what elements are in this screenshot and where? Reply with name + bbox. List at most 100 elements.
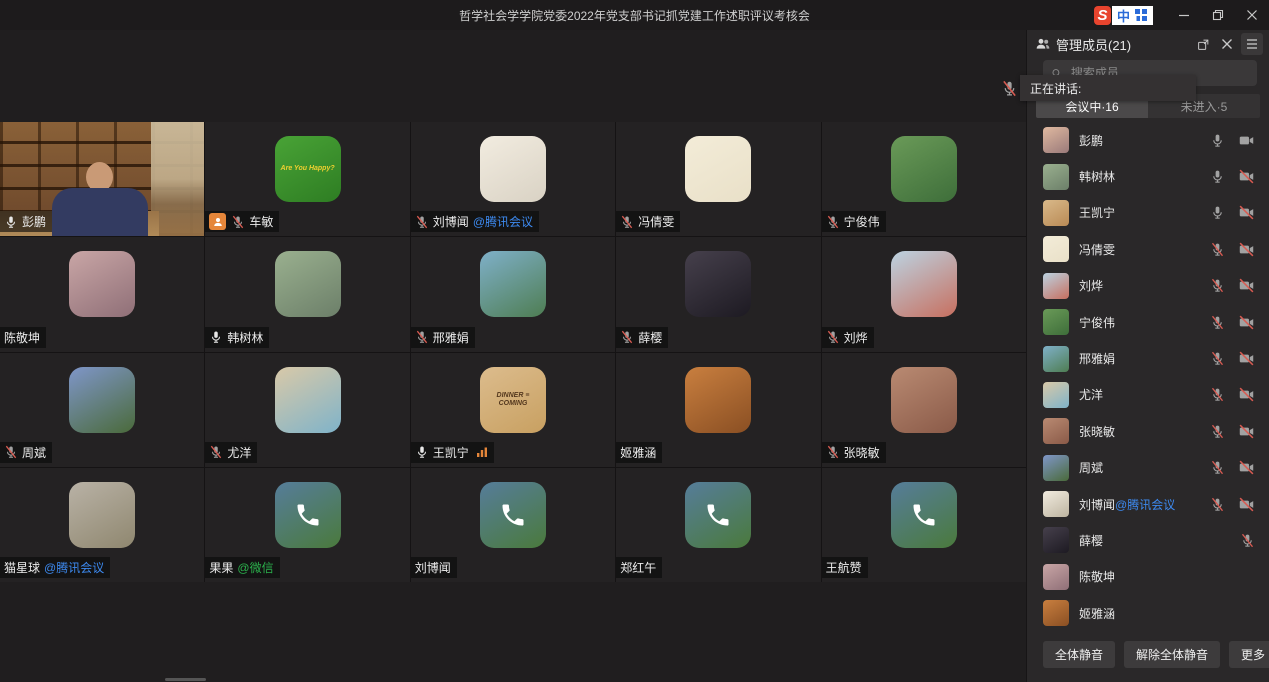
mic-muted-icon[interactable] bbox=[1210, 242, 1225, 257]
participant-tile[interactable]: 刘烨 bbox=[822, 237, 1026, 351]
member-row[interactable]: 韩树林 bbox=[1027, 158, 1269, 194]
camera-off-icon[interactable] bbox=[1238, 386, 1255, 403]
participant-name-chip: 王航赞 bbox=[822, 557, 868, 578]
mic-muted-icon[interactable] bbox=[1210, 387, 1225, 402]
participant-tile[interactable]: 薛樱 bbox=[616, 237, 820, 351]
mic-on-icon[interactable] bbox=[209, 330, 223, 344]
mic-muted-icon[interactable] bbox=[826, 215, 840, 229]
mic-muted-icon[interactable] bbox=[826, 330, 840, 344]
member-row[interactable]: 陈敬坤 bbox=[1027, 559, 1269, 595]
participant-avatar bbox=[69, 482, 135, 548]
camera-off-icon[interactable] bbox=[1238, 314, 1255, 331]
participant-tile[interactable]: 张晓敏 bbox=[822, 353, 1026, 467]
participant-name-chip: 果果@微信 bbox=[205, 557, 279, 578]
participant-tile[interactable]: 尤洋 bbox=[205, 353, 409, 467]
camera-off-icon[interactable] bbox=[1238, 241, 1255, 258]
horizontal-scrollbar[interactable] bbox=[165, 678, 206, 681]
participant-tile[interactable]: 果果@微信 bbox=[205, 468, 409, 582]
mic-muted-icon[interactable] bbox=[1210, 278, 1225, 293]
panel-menu-icon[interactable] bbox=[1241, 33, 1263, 55]
mic-muted-icon[interactable] bbox=[1210, 460, 1225, 475]
participant-tile[interactable]: 周斌 bbox=[0, 353, 204, 467]
member-panel-header: 管理成员(21) bbox=[1027, 30, 1269, 56]
member-row[interactable]: 刘烨 bbox=[1027, 268, 1269, 304]
participant-tile[interactable]: DINNER ≡ COMING 王凯宁 bbox=[411, 353, 615, 467]
member-avatar bbox=[1043, 273, 1069, 299]
member-row[interactable]: 宁俊伟 bbox=[1027, 304, 1269, 340]
participant-tile[interactable]: 宁俊伟 bbox=[822, 122, 1026, 236]
mic-muted-icon[interactable] bbox=[1210, 315, 1225, 330]
camera-off-icon[interactable] bbox=[1238, 423, 1255, 440]
mic-muted-icon[interactable] bbox=[231, 215, 245, 229]
member-row[interactable]: 刘博闻@腾讯会议 bbox=[1027, 486, 1269, 522]
mic-muted-icon[interactable] bbox=[620, 215, 634, 229]
member-row[interactable]: 张晓敏 bbox=[1027, 413, 1269, 449]
mute-all-button[interactable]: 全体静音 bbox=[1043, 641, 1115, 668]
mic-muted-icon[interactable] bbox=[1210, 424, 1225, 439]
ime-grid-icon[interactable] bbox=[1134, 8, 1148, 22]
participant-tile[interactable]: 猫星球@腾讯会议 bbox=[0, 468, 204, 582]
member-name: 宁俊伟 bbox=[1079, 314, 1210, 331]
camera-off-icon[interactable] bbox=[1238, 204, 1255, 221]
participant-name: 周斌 bbox=[22, 444, 46, 461]
mic-muted-icon[interactable] bbox=[1210, 351, 1225, 366]
participant-name: 郑红午 bbox=[620, 559, 656, 576]
mic-muted-icon[interactable] bbox=[1210, 497, 1225, 512]
camera-off-icon[interactable] bbox=[1238, 350, 1255, 367]
member-row[interactable]: 薛樱 bbox=[1027, 522, 1269, 558]
unmute-all-button[interactable]: 解除全体静音 bbox=[1124, 641, 1220, 668]
participant-name: 王凯宁 bbox=[433, 444, 469, 461]
mic-muted-icon[interactable] bbox=[620, 330, 634, 344]
member-row[interactable]: 彭鹏 bbox=[1027, 122, 1269, 158]
participant-tile[interactable]: 韩树林 bbox=[205, 237, 409, 351]
close-button[interactable] bbox=[1235, 0, 1269, 30]
participant-tile[interactable]: 邢雅娟 bbox=[411, 237, 615, 351]
mic-muted-icon[interactable] bbox=[415, 330, 429, 344]
member-row[interactable]: 邢雅娟 bbox=[1027, 340, 1269, 376]
mic-on-icon[interactable] bbox=[1210, 133, 1225, 148]
mic-on-icon[interactable] bbox=[415, 445, 429, 459]
camera-off-icon[interactable] bbox=[1238, 459, 1255, 476]
ime-lang-icon[interactable]: 中 bbox=[1117, 6, 1130, 25]
member-row[interactable]: 姬雅涵 bbox=[1027, 595, 1269, 626]
mic-on-icon[interactable] bbox=[4, 215, 18, 229]
popout-panel-icon[interactable] bbox=[1193, 34, 1213, 54]
camera-off-icon[interactable] bbox=[1238, 277, 1255, 294]
mic-muted-icon[interactable] bbox=[209, 445, 223, 459]
more-button[interactable]: 更多 ▼ bbox=[1229, 641, 1269, 668]
mic-muted-icon[interactable] bbox=[1001, 80, 1018, 97]
member-suffix: @腾讯会议 bbox=[1115, 498, 1175, 512]
participant-name: 王航赞 bbox=[826, 559, 862, 576]
participant-tile[interactable]: 郑红午 bbox=[616, 468, 820, 582]
member-controls bbox=[1210, 423, 1255, 440]
participant-tile[interactable]: 陈敬坤 bbox=[0, 237, 204, 351]
phone-participant-icon bbox=[275, 482, 341, 548]
restore-button[interactable] bbox=[1201, 0, 1235, 30]
participant-tile[interactable]: Are You Happy? 车敏 bbox=[205, 122, 409, 236]
ime-indicator[interactable]: S 中 bbox=[1094, 5, 1153, 25]
participant-avatar bbox=[480, 136, 546, 202]
member-row[interactable]: 冯倩雯 bbox=[1027, 231, 1269, 267]
participant-tile[interactable]: 姬雅涵 bbox=[616, 353, 820, 467]
member-row[interactable]: 周斌 bbox=[1027, 450, 1269, 486]
mic-muted-icon[interactable] bbox=[4, 445, 18, 459]
mic-muted-icon[interactable] bbox=[826, 445, 840, 459]
participant-tile[interactable]: 刘博闻 bbox=[411, 468, 615, 582]
mic-on-icon[interactable] bbox=[1210, 169, 1225, 184]
member-controls bbox=[1210, 496, 1255, 513]
mic-on-icon[interactable] bbox=[1210, 205, 1225, 220]
participant-tile[interactable]: 彭鹏 bbox=[0, 122, 204, 236]
participant-tile[interactable]: 冯倩雯 bbox=[616, 122, 820, 236]
minimize-button[interactable] bbox=[1167, 0, 1201, 30]
participant-tile[interactable]: 王航赞 bbox=[822, 468, 1026, 582]
mic-muted-icon[interactable] bbox=[415, 215, 429, 229]
camera-on-icon[interactable] bbox=[1238, 132, 1255, 149]
participant-tile[interactable]: 刘博闻@腾讯会议 bbox=[411, 122, 615, 236]
member-row[interactable]: 尤洋 bbox=[1027, 377, 1269, 413]
titlebar: 哲学社会学学院党委2022年党支部书记抓党建工作述职评议考核会 S 中 bbox=[0, 0, 1269, 30]
close-panel-icon[interactable] bbox=[1217, 34, 1237, 54]
camera-off-icon[interactable] bbox=[1238, 496, 1255, 513]
mic-muted-icon[interactable] bbox=[1240, 533, 1255, 548]
camera-off-icon[interactable] bbox=[1238, 168, 1255, 185]
member-row[interactable]: 王凯宁 bbox=[1027, 195, 1269, 231]
